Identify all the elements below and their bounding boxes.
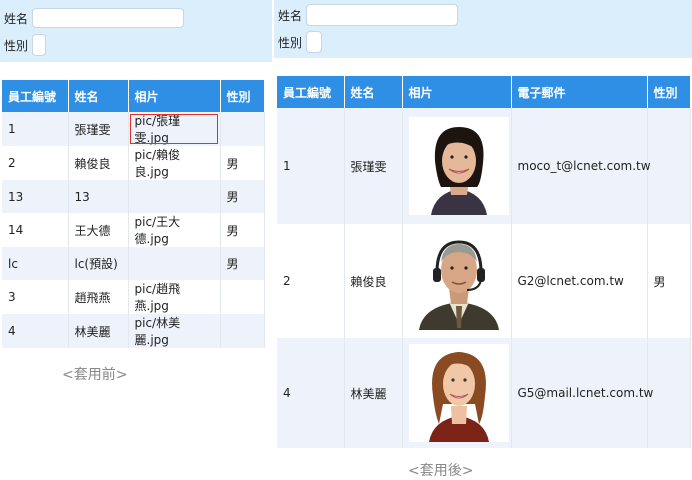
- table-row[interactable]: 14 王大德 pic/王大德.jpg 男: [2, 213, 265, 247]
- col-name[interactable]: 姓名: [344, 76, 403, 108]
- cell-name: 張瑾雯: [68, 112, 129, 146]
- table-row[interactable]: 2 賴俊良 pic/賴俊良.jpg 男: [2, 146, 265, 180]
- cell-id: 4: [2, 314, 69, 348]
- cell-gender: 男: [220, 213, 265, 247]
- cell-gender: [647, 338, 691, 448]
- cell-id: 14: [2, 213, 69, 247]
- cell-id: lc: [2, 247, 69, 280]
- man-headset-portrait-photo-icon: [408, 232, 509, 330]
- gender-label: 性別: [278, 35, 303, 50]
- woman-portrait-photo-icon: [408, 117, 509, 215]
- name-input[interactable]: [306, 4, 459, 26]
- cell-gender: 男: [220, 180, 265, 213]
- cell-id: 1: [277, 108, 345, 224]
- gender-label: 性別: [4, 38, 29, 53]
- col-email[interactable]: 電子郵件: [511, 76, 648, 108]
- cell-name: 林美麗: [344, 338, 403, 448]
- cell-name: 張瑾雯: [344, 108, 403, 224]
- gender-input[interactable]: [306, 31, 323, 53]
- cell-photo-path: pic/王大德.jpg: [128, 213, 221, 247]
- woman-portrait-photo-icon: [408, 344, 509, 442]
- gender-input[interactable]: [32, 34, 47, 56]
- cell-gender: [220, 280, 265, 314]
- cell-id: 1: [2, 112, 69, 146]
- cell-id: 2: [277, 224, 345, 338]
- name-input[interactable]: [32, 8, 185, 28]
- cell-gender: [220, 314, 265, 348]
- col-employee-id[interactable]: 員工編號: [2, 80, 69, 112]
- cell-email: moco_t@lcnet.com.tw: [511, 108, 651, 224]
- before-table: 員工編號 姓名 相片 性別 1 張瑾雯 pic/張瑾雯.jpg 2 賴俊良 pi…: [2, 80, 265, 348]
- table-row[interactable]: 2 賴俊良 G2@lcnet.com.tw 男: [277, 224, 691, 338]
- table-row[interactable]: 4 林美麗 pic/林美麗.jpg: [2, 314, 265, 348]
- cell-photo-path: pic/張瑾雯.jpg: [128, 112, 221, 146]
- cell-gender: 男: [647, 224, 691, 338]
- cell-gender: [220, 112, 265, 146]
- col-photo[interactable]: 相片: [402, 76, 512, 108]
- cell-photo: [402, 338, 512, 448]
- cell-email: G2@lcnet.com.tw: [511, 224, 648, 338]
- cell-name: 趙飛燕: [68, 280, 129, 314]
- cell-gender: 男: [220, 247, 265, 280]
- table-row[interactable]: 4 林美麗 G5@mail.lcnet.com.tw: [277, 338, 691, 448]
- cell-id: 13: [2, 180, 69, 213]
- cell-photo-path: pic/趙飛燕.jpg: [128, 280, 221, 314]
- col-gender[interactable]: 性別: [647, 76, 691, 108]
- cell-gender: 男: [220, 146, 265, 180]
- table-row[interactable]: lc lc(預設) 男: [2, 247, 265, 280]
- table-row[interactable]: 1 張瑾雯 pic/張瑾雯.jpg: [2, 112, 265, 146]
- cell-id: 3: [2, 280, 69, 314]
- cell-name: 13: [68, 180, 129, 213]
- cell-photo: [402, 224, 512, 338]
- cell-id: 2: [2, 146, 69, 180]
- cell-id: 4: [277, 338, 345, 448]
- before-search-form: 姓名 性別: [0, 0, 272, 62]
- cell-name: lc(預設): [68, 247, 129, 280]
- after-caption: <套用後>: [408, 463, 474, 479]
- col-gender[interactable]: 性別: [220, 80, 265, 112]
- cell-photo-path: [128, 247, 221, 280]
- table-row[interactable]: 1 張瑾雯 moco_t@lcnet.com.tw: [277, 108, 691, 224]
- after-table: 員工編號 姓名 相片 電子郵件 性別 1 張瑾雯 moco_t@lcnet.co…: [277, 76, 691, 448]
- cell-name: 賴俊良: [344, 224, 403, 338]
- cell-photo: [402, 108, 512, 224]
- table-row[interactable]: 3 趙飛燕 pic/趙飛燕.jpg: [2, 280, 265, 314]
- name-label: 姓名: [4, 11, 29, 26]
- name-label: 姓名: [278, 8, 303, 23]
- col-name[interactable]: 姓名: [68, 80, 129, 112]
- table-row[interactable]: 13 13 男: [2, 180, 265, 213]
- col-photo[interactable]: 相片: [128, 80, 221, 112]
- cell-photo-path: pic/賴俊良.jpg: [128, 146, 221, 180]
- cell-photo-path: [128, 180, 221, 213]
- cell-name: 賴俊良: [68, 146, 129, 180]
- col-employee-id[interactable]: 員工編號: [277, 76, 345, 108]
- cell-name: 王大德: [68, 213, 129, 247]
- after-search-form: 姓名 性別: [274, 0, 692, 58]
- before-caption: <套用前>: [62, 367, 128, 383]
- cell-gender: [647, 108, 691, 224]
- cell-email: G5@mail.lcnet.com.tw: [511, 338, 653, 448]
- cell-photo-path: pic/林美麗.jpg: [128, 314, 221, 348]
- cell-name: 林美麗: [68, 314, 129, 348]
